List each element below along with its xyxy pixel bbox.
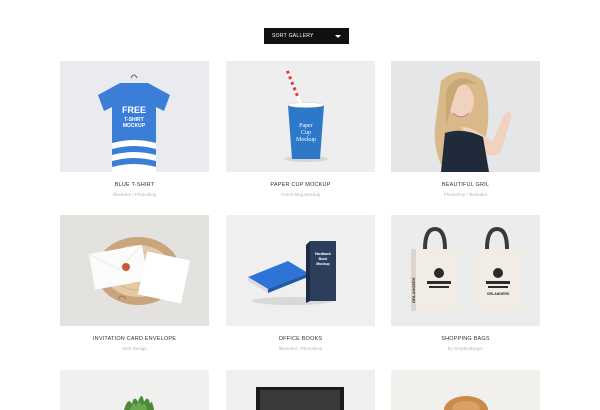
sort-gallery-dropdown[interactable]: SORT GALLERY xyxy=(264,28,349,44)
svg-text:Hardback: Hardback xyxy=(315,252,331,256)
gallery-item-title[interactable]: SHOPPING BAGS xyxy=(391,336,540,342)
gallery-item-title[interactable]: INVITATION CARD ENVELOPE xyxy=(60,336,209,342)
gallery-item-blue-tshirt[interactable]: FREE T-SHIRT MOCKUP BLUE T-SHIRT Illustr… xyxy=(60,61,209,197)
gallery-item-subtitle: by GraphicBurger xyxy=(447,346,484,351)
gallery-item-paper-cup[interactable]: Paper Cup Mockup PAPER CUP MOCKUP Crane … xyxy=(226,61,375,197)
gallery-item-shopping-bags[interactable]: ORLANGERS ORLANGERS SHOPPING BAGS by Gra… xyxy=(391,215,540,351)
svg-text:ORLANGERS: ORLANGERS xyxy=(487,292,510,296)
gallery-item-subtitle: Crane Mug Mockup xyxy=(280,192,321,197)
svg-text:Book: Book xyxy=(319,257,328,261)
gallery-item-bread[interactable] xyxy=(391,370,540,410)
tshirt-thumbnail[interactable]: FREE T-SHIRT MOCKUP xyxy=(60,61,209,172)
svg-text:MOCKUP: MOCKUP xyxy=(123,123,146,129)
gallery-item-laptop[interactable] xyxy=(226,370,375,410)
girl-photo-thumbnail[interactable] xyxy=(391,61,540,172)
gallery-item-title[interactable]: PAPER CUP MOCKUP xyxy=(226,182,375,188)
gallery-item-plant[interactable] xyxy=(60,370,209,410)
svg-text:Mockup: Mockup xyxy=(296,137,316,143)
gallery-item-subtitle: Photoshop / Illustrator xyxy=(443,192,488,197)
gallery-item-subtitle: Illustrator / Photoshop xyxy=(278,346,323,351)
invitation-card-thumbnail[interactable] xyxy=(60,215,209,326)
chevron-down-icon xyxy=(335,34,341,38)
sort-gallery-label: SORT GALLERY xyxy=(272,33,314,39)
gallery-item-invitation-card[interactable]: INVITATION CARD ENVELOPE Web Design xyxy=(60,215,209,351)
gallery-item-title[interactable]: OFFICE BOOKS xyxy=(226,336,375,342)
paper-cup-thumbnail[interactable]: Paper Cup Mockup xyxy=(226,61,375,172)
gallery-item-title[interactable]: BLUE T-SHIRT xyxy=(60,182,209,188)
svg-text:Mockup: Mockup xyxy=(316,262,329,266)
svg-text:ORLANGERS: ORLANGERS xyxy=(411,277,416,303)
svg-text:Paper: Paper xyxy=(299,123,313,129)
office-books-thumbnail[interactable]: Hardback Book Mockup xyxy=(226,215,375,326)
gallery-item-office-books[interactable]: Hardback Book Mockup OFFICE BOOKS Illust… xyxy=(226,215,375,351)
gallery-item-title[interactable]: BEAUTIFUL GRIL xyxy=(391,182,540,188)
gallery-item-subtitle: Illustrator / Photoshop xyxy=(112,192,157,197)
gallery-item-subtitle: Web Design xyxy=(122,346,147,351)
svg-text:FREE: FREE xyxy=(122,105,146,115)
gallery-item-beautiful-gril[interactable]: BEAUTIFUL GRIL Photoshop / Illustrator xyxy=(391,61,540,197)
svg-text:Cup: Cup xyxy=(301,130,311,136)
shopping-bags-thumbnail[interactable]: ORLANGERS ORLANGERS xyxy=(391,215,540,326)
